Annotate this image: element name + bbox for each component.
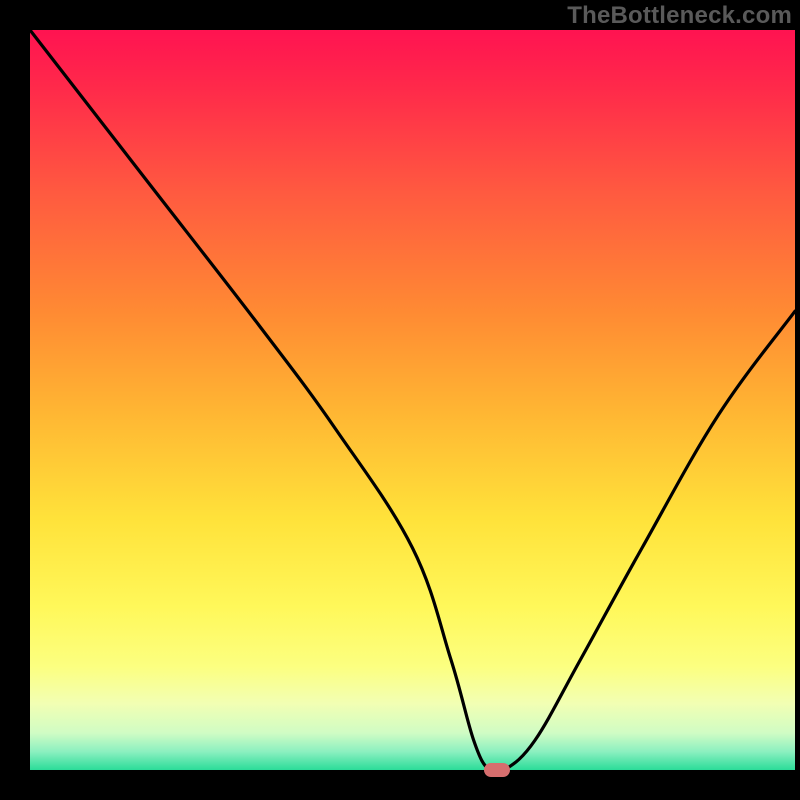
plot-background bbox=[30, 30, 795, 770]
chart-frame: TheBottleneck.com bbox=[0, 0, 800, 800]
watermark-text: TheBottleneck.com bbox=[567, 2, 792, 30]
chart-svg bbox=[0, 0, 800, 800]
optimal-marker bbox=[484, 763, 510, 777]
